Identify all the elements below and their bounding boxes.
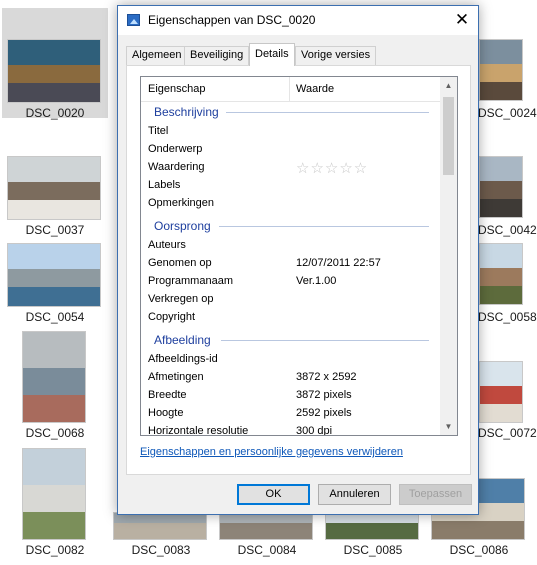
property-row-horizontal-resolution[interactable]: Horizontale resolutie 300 dpi: [141, 422, 441, 436]
property-key: Onderwerp: [148, 143, 203, 155]
details-panel: Eigenschap Waarde Beschrijving Titel Ond…: [126, 65, 471, 475]
title-bar[interactable]: Eigenschappen van DSC_0020 ✕: [118, 6, 478, 35]
property-key: Titel: [148, 125, 169, 137]
file-tile-dsc0024[interactable]: DSC_0024: [478, 8, 537, 120]
group-title: Afbeelding: [154, 333, 211, 347]
scroll-thumb[interactable]: [443, 97, 454, 175]
property-key: Afmetingen: [148, 371, 204, 383]
photo-thumbnail: [220, 513, 312, 539]
star-rating-icon[interactable]: ☆☆☆☆☆: [296, 159, 368, 177]
file-name: DSC_0086: [449, 543, 509, 557]
property-key: Programmanaam: [148, 275, 233, 287]
photo-thumbnail: [8, 244, 100, 306]
remove-properties-link[interactable]: Eigenschappen en persoonlijke gegevens v…: [140, 446, 403, 458]
file-tile-dsc0020[interactable]: DSC_0020: [2, 8, 108, 120]
file-name: DSC_0020: [25, 106, 85, 120]
photo-thumbnail: [480, 362, 522, 422]
property-row-title[interactable]: Titel: [141, 122, 441, 140]
group-divider: [221, 340, 429, 341]
property-key: Waardering: [148, 161, 205, 173]
property-key: Genomen op: [148, 257, 212, 269]
close-button[interactable]: ✕: [446, 6, 478, 35]
property-row-acquired[interactable]: Verkregen op: [141, 290, 441, 308]
property-row-authors[interactable]: Auteurs: [141, 236, 441, 254]
photo-thumbnail: [114, 513, 206, 539]
column-divider[interactable]: [289, 77, 290, 101]
group-divider: [226, 112, 429, 113]
property-value: 12/07/2011 22:57: [296, 257, 381, 269]
column-header-value[interactable]: Waarde: [296, 83, 334, 95]
property-value: 300 dpi: [296, 425, 333, 436]
tab-previous-versions[interactable]: Vorige versies: [295, 46, 377, 65]
photo-thumbnail: [8, 157, 100, 219]
file-name: DSC_0082: [25, 543, 85, 557]
vertical-scrollbar[interactable]: ▲ ▼: [440, 77, 457, 435]
photo-thumbnail: [326, 513, 418, 539]
property-row-width[interactable]: Breedte 3872 pixels: [141, 386, 441, 404]
scroll-down-arrow-icon[interactable]: ▼: [440, 418, 457, 435]
properties-dialog: Eigenschappen van DSC_0020 ✕ Algemeen Be…: [117, 5, 479, 515]
column-header-property[interactable]: Eigenschap: [148, 83, 206, 95]
file-name: DSC_0084: [237, 543, 297, 557]
group-image: Afbeelding: [141, 330, 441, 350]
photo-thumbnail: [23, 449, 85, 539]
property-key: Auteurs: [148, 239, 186, 251]
file-tile-dsc0072[interactable]: DSC_0072: [478, 328, 537, 440]
property-value: 3872 pixels: [296, 389, 352, 401]
property-row-program[interactable]: Programmanaam Ver.1.00: [141, 272, 441, 290]
property-row-dimensions[interactable]: Afmetingen 3872 x 2592: [141, 368, 441, 386]
file-name: DSC_0054: [25, 310, 85, 324]
file-tile-dsc0058[interactable]: DSC_0058: [478, 212, 537, 324]
file-name: DSC_0068: [25, 426, 85, 440]
group-origin: Oorsprong: [141, 216, 441, 236]
property-list[interactable]: Eigenschap Waarde Beschrijving Titel Ond…: [140, 76, 458, 436]
photo-thumbnail: [23, 332, 85, 422]
property-key: Hoogte: [148, 407, 184, 419]
property-row-height[interactable]: Hoogte 2592 pixels: [141, 404, 441, 422]
tab-general[interactable]: Algemeen: [126, 46, 188, 65]
photo-thumbnail: [480, 40, 522, 100]
image-file-icon: [127, 14, 140, 26]
photo-thumbnail: [8, 40, 100, 102]
property-key: Verkregen op: [148, 293, 214, 305]
cancel-button[interactable]: Annuleren: [318, 484, 391, 505]
property-row-date-taken[interactable]: Genomen op 12/07/2011 22:57: [141, 254, 441, 272]
group-title: Beschrijving: [154, 105, 219, 119]
photo-thumbnail: [480, 244, 522, 304]
file-name: DSC_0083: [131, 543, 191, 557]
property-row-comments[interactable]: Opmerkingen: [141, 194, 441, 212]
property-value: Ver.1.00: [296, 275, 337, 287]
file-name: DSC_0072: [478, 426, 537, 440]
property-key: Labels: [148, 179, 181, 191]
list-header: Eigenschap Waarde: [141, 77, 441, 102]
tab-details[interactable]: Details: [249, 43, 295, 66]
file-tile-dsc0054[interactable]: DSC_0054: [2, 212, 108, 324]
property-row-rating[interactable]: Waardering ☆☆☆☆☆: [141, 158, 441, 177]
property-key: Copyright: [148, 311, 196, 323]
property-key: Breedte: [148, 389, 187, 401]
file-name: DSC_0085: [343, 543, 403, 557]
group-divider: [219, 226, 429, 227]
tab-security[interactable]: Beveiliging: [184, 46, 250, 65]
property-row-image-id[interactable]: Afbeeldings-id: [141, 350, 441, 368]
group-description: Beschrijving: [141, 102, 441, 122]
property-row-subject[interactable]: Onderwerp: [141, 140, 441, 158]
scroll-up-arrow-icon[interactable]: ▲: [440, 77, 457, 94]
property-value: 3872 x 2592: [296, 371, 357, 383]
property-row-labels[interactable]: Labels: [141, 176, 441, 194]
file-name: DSC_0024: [478, 106, 537, 120]
ok-button[interactable]: OK: [237, 484, 310, 505]
file-tile-dsc0068[interactable]: DSC_0068: [2, 328, 108, 440]
property-row-copyright[interactable]: Copyright: [141, 308, 441, 326]
property-key: Opmerkingen: [148, 197, 215, 209]
file-name: DSC_0058: [478, 310, 537, 324]
file-tile-dsc0082[interactable]: DSC_0082: [2, 445, 108, 557]
property-key: Afbeeldings-id: [148, 353, 218, 365]
photo-thumbnail: [480, 157, 522, 217]
apply-button[interactable]: Toepassen: [399, 484, 472, 505]
dialog-title: Eigenschappen van DSC_0020: [148, 13, 316, 27]
property-key: Horizontale resolutie: [148, 425, 249, 436]
property-value: 2592 pixels: [296, 407, 352, 419]
group-title: Oorsprong: [154, 219, 211, 233]
